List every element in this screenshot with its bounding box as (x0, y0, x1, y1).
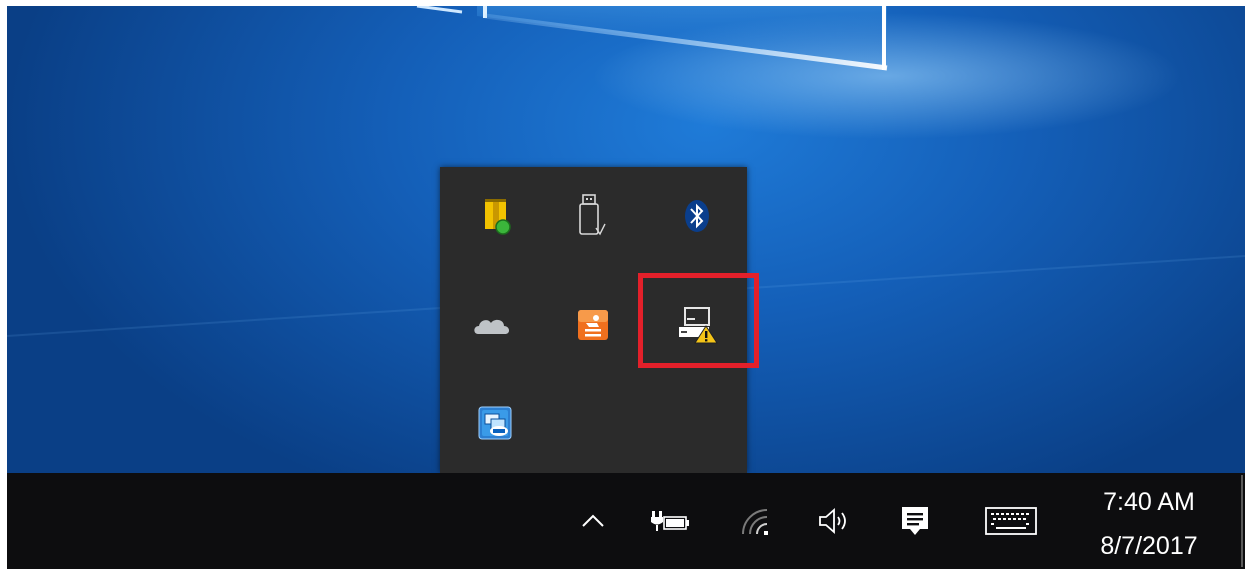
volume-icon[interactable] (813, 473, 857, 569)
clock-time: 7:40 AM (1103, 488, 1195, 516)
taskbar-clock[interactable]: 7:40 AM 8/7/2017 (1079, 485, 1219, 563)
onedrive-icon[interactable] (462, 295, 522, 355)
action-center-icon[interactable] (895, 473, 935, 569)
highlight-box (638, 273, 759, 368)
battery-plug-icon[interactable] (648, 473, 692, 569)
screenshot-frame: 7:40 AM 8/7/2017 (7, 6, 1245, 569)
taskbar: 7:40 AM 8/7/2017 (7, 473, 1245, 569)
usb-safely-remove-icon[interactable] (561, 186, 621, 246)
wifi-icon[interactable] (736, 473, 776, 569)
desktop-wallpaper (7, 6, 1245, 473)
bluetooth-icon[interactable] (667, 186, 727, 246)
chevron-up-icon[interactable] (575, 473, 611, 569)
intel-graphics-icon[interactable] (465, 393, 525, 453)
orange-app-icon[interactable] (563, 295, 623, 355)
touch-keyboard-icon[interactable] (981, 473, 1041, 569)
notification-overflow-popup (440, 167, 759, 473)
security-shield-icon[interactable] (466, 186, 526, 246)
clock-date: 8/7/2017 (1100, 532, 1198, 560)
show-desktop-button[interactable] (1241, 475, 1243, 567)
